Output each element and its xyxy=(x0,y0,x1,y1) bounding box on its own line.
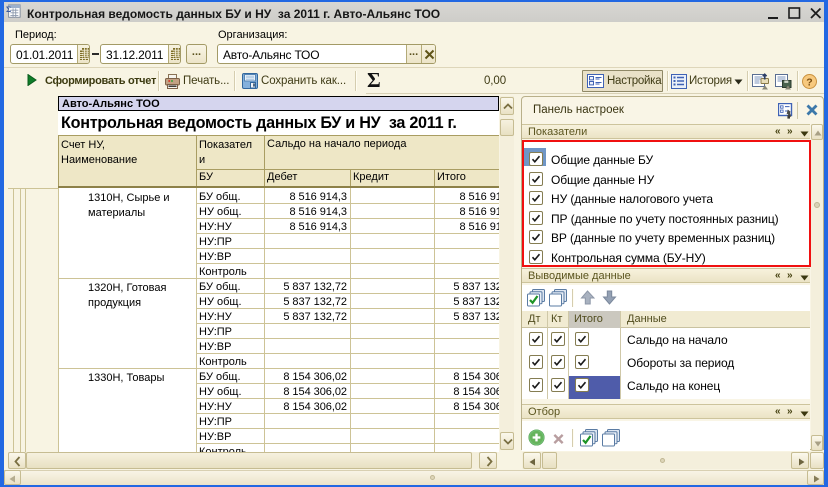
svg-text:?: ? xyxy=(806,76,812,88)
svg-text:Σ: Σ xyxy=(6,5,11,14)
